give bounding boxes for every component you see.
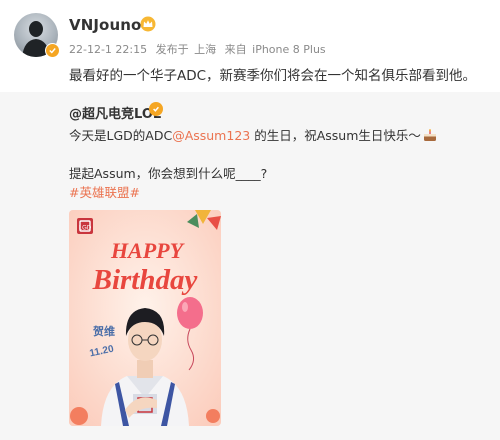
post-source-prefix: 发布于 bbox=[155, 43, 189, 56]
post-meta: 22-12-1 22:15 发布于 上海 来自 iPhone 8 Plus bbox=[69, 41, 331, 57]
mention-link[interactable]: @Assum123 bbox=[172, 128, 250, 143]
post-location: 上海 bbox=[194, 43, 217, 56]
logo-text: LGD bbox=[79, 226, 92, 232]
decoration-circle bbox=[70, 407, 88, 425]
post-date[interactable]: 22-12-1 22:15 bbox=[69, 43, 147, 56]
birthday-artwork: LGD HAPPY Birthday 贺维 11.20 bbox=[69, 210, 221, 426]
player-name: 贺维 bbox=[92, 324, 115, 338]
avatar[interactable] bbox=[14, 13, 60, 58]
repost-line-1: 今天是LGD的ADC@Assum123 的生日，祝Assum生日快乐～ bbox=[69, 125, 437, 144]
post-device: iPhone 8 Plus bbox=[252, 43, 326, 56]
happy-title: HAPPY bbox=[110, 238, 186, 263]
repost-line-1-prefix: 今天是LGD的ADC bbox=[69, 128, 173, 143]
decoration-circle bbox=[206, 409, 220, 423]
post-text: 最看好的一个华子ADC，新赛季你们将会在一个知名俱乐部看到他。 bbox=[69, 68, 477, 84]
verified-badge-icon bbox=[45, 43, 60, 58]
repost-line-2: 提起Assum，你会想到什么呢____? bbox=[69, 166, 268, 181]
lgd-logo: LGD bbox=[77, 218, 93, 234]
verified-badge-icon bbox=[149, 102, 163, 116]
birthday-image[interactable]: LGD HAPPY Birthday 贺维 11.20 bbox=[69, 210, 221, 426]
cake-icon bbox=[423, 129, 436, 141]
birthday-title: Birthday bbox=[92, 264, 198, 296]
topic-tag[interactable]: #英雄联盟# bbox=[69, 182, 140, 201]
post-device-prefix: 来自 bbox=[224, 43, 247, 56]
reposted-content[interactable]: @超凡电竞LOL 今天是LGD的ADC@Assum123 的生日，祝Assum生… bbox=[0, 92, 500, 440]
repost-line-1-suffix: 的生日，祝Assum生日快乐～ bbox=[250, 128, 421, 143]
weibo-post: VNJounoo 22-12-1 22:15 发布于 上海 来自 iPhone … bbox=[0, 0, 500, 96]
crown-icon[interactable] bbox=[140, 16, 156, 32]
original-author[interactable]: @超凡电竞LOL bbox=[69, 103, 161, 122]
